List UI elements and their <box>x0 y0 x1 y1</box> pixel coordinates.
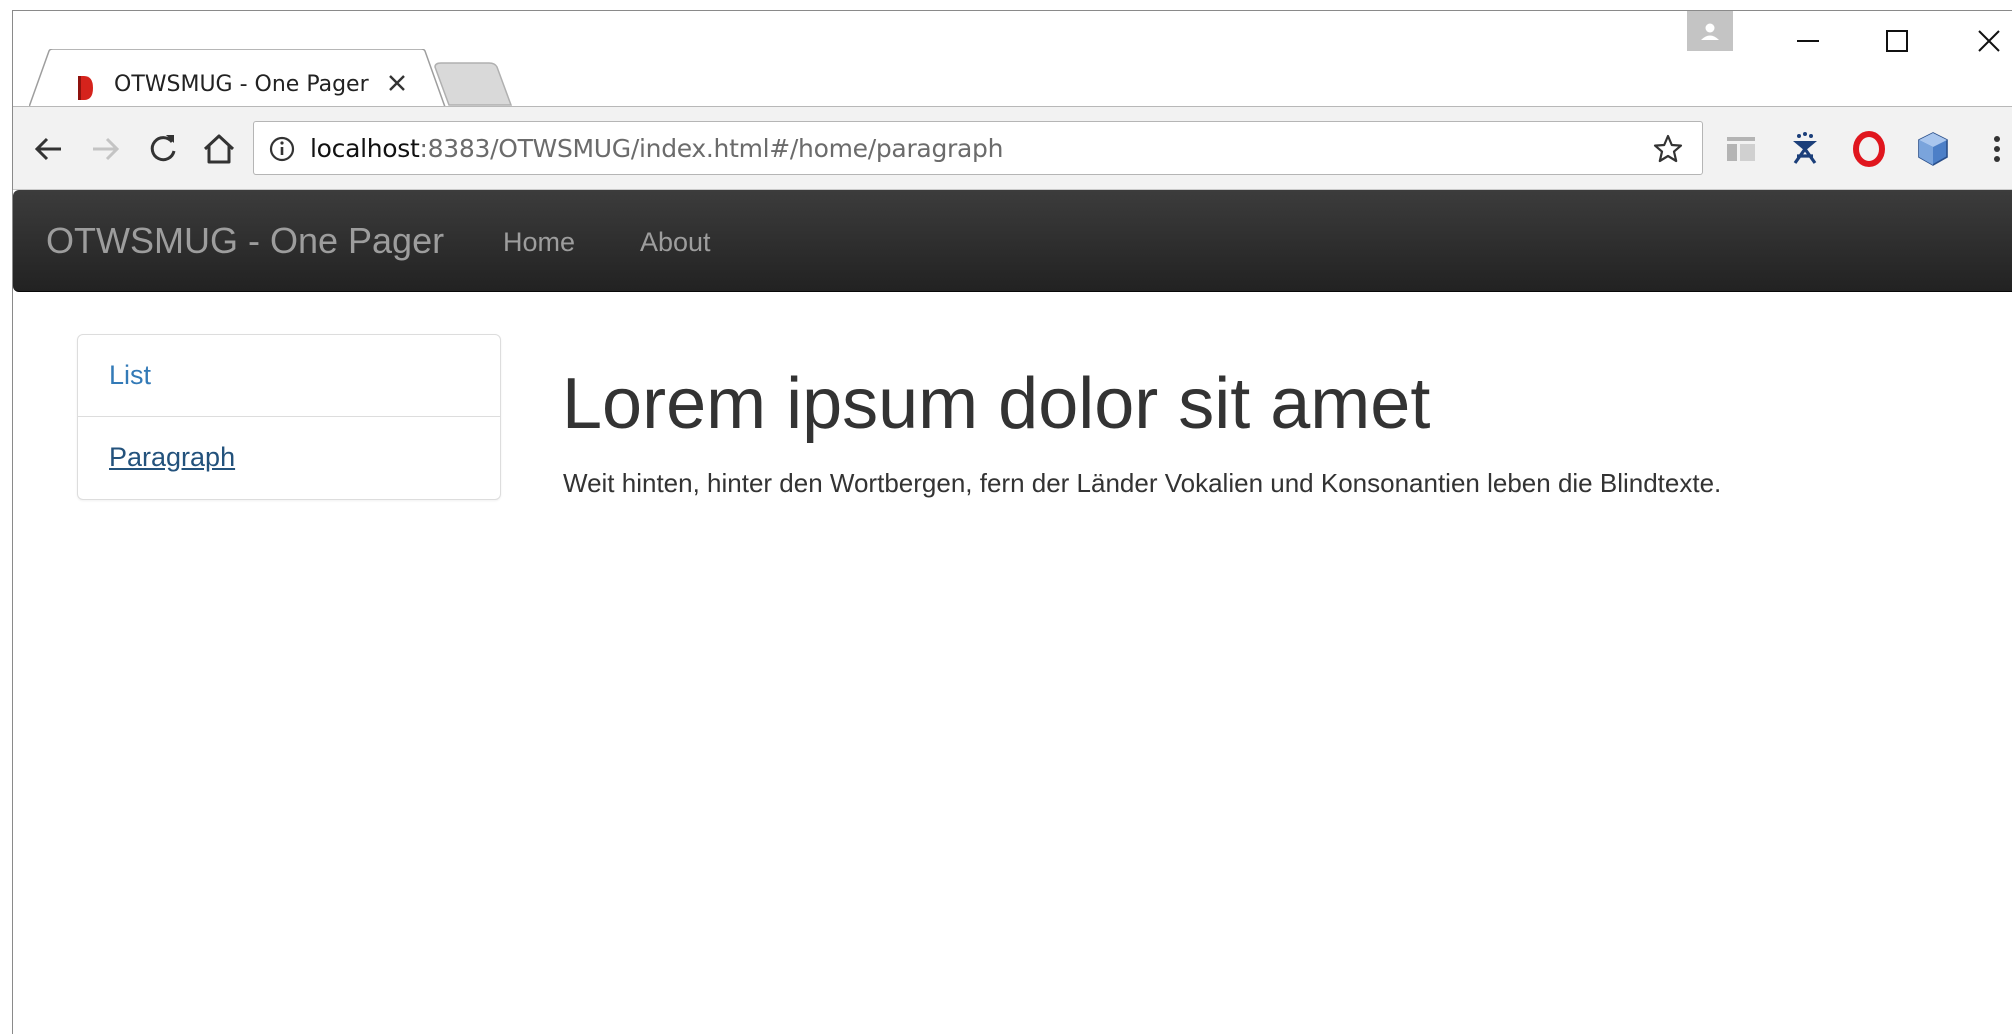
profile-icon <box>1701 23 1719 40</box>
sidebar-item-label: Paragraph <box>109 442 236 472</box>
tab-close-icon[interactable] <box>385 71 409 95</box>
back-arrow-icon[interactable] <box>27 127 71 171</box>
screen: OTWSMUG - One Pager localhost:8383/OTWSM… <box>0 0 2012 1034</box>
sidebar-item-label: List <box>109 360 152 390</box>
address-bar[interactable]: localhost:8383/OTWSMUG/index.html#/home/… <box>253 121 1703 175</box>
profile-button[interactable] <box>1687 11 1733 51</box>
opera-icon[interactable] <box>1847 127 1891 171</box>
url-host: localhost <box>310 134 420 163</box>
sidebar-item-list[interactable]: List <box>78 335 500 417</box>
sidebar-list-group: List Paragraph <box>77 334 501 500</box>
page-title: Lorem ipsum dolor sit amet <box>562 364 1431 444</box>
sidebar-item-paragraph[interactable]: Paragraph <box>78 417 500 499</box>
info-icon[interactable] <box>268 135 296 163</box>
new-tab-button[interactable] <box>433 61 515 107</box>
navbar-brand[interactable]: OTWSMUG - One Pager <box>46 220 444 262</box>
tab-active[interactable]: OTWSMUG - One Pager <box>29 49 447 107</box>
site-favicon-icon <box>78 76 93 100</box>
browser-window: OTWSMUG - One Pager localhost:8383/OTWSM… <box>12 10 2012 1034</box>
tab-title: OTWSMUG - One Pager <box>114 72 369 97</box>
maximize-icon[interactable] <box>1853 11 1941 69</box>
nav-link-home[interactable]: Home <box>503 227 575 258</box>
cube-icon[interactable] <box>1911 127 1955 171</box>
reload-icon[interactable] <box>141 127 185 171</box>
url-text[interactable]: localhost:8383/OTWSMUG/index.html#/home/… <box>310 134 1003 163</box>
star-icon[interactable] <box>1652 133 1684 165</box>
navbar: OTWSMUG - One Pager Home About <box>13 190 2012 292</box>
kebab-menu-icon[interactable] <box>1975 127 2012 171</box>
close-window-icon[interactable] <box>1943 11 2012 69</box>
browser-toolbar: localhost:8383/OTWSMUG/index.html#/home/… <box>13 106 2012 190</box>
page-paragraph: Weit hinten, hinter den Wortbergen, fern… <box>563 468 1722 498</box>
reader-mode-icon[interactable] <box>1719 127 1763 171</box>
url-path: :8383/OTWSMUG/index.html#/home/paragraph <box>419 134 1004 163</box>
page-viewport: OTWSMUG - One Pager Home About List Para… <box>13 190 2012 1034</box>
extension-gremlin-icon[interactable] <box>1783 127 1827 171</box>
tab-strip: OTWSMUG - One Pager <box>13 11 2012 107</box>
home-icon[interactable] <box>197 127 241 171</box>
minimize-icon[interactable] <box>1763 11 1851 69</box>
nav-link-about[interactable]: About <box>640 227 711 258</box>
forward-arrow-icon[interactable] <box>83 127 127 171</box>
